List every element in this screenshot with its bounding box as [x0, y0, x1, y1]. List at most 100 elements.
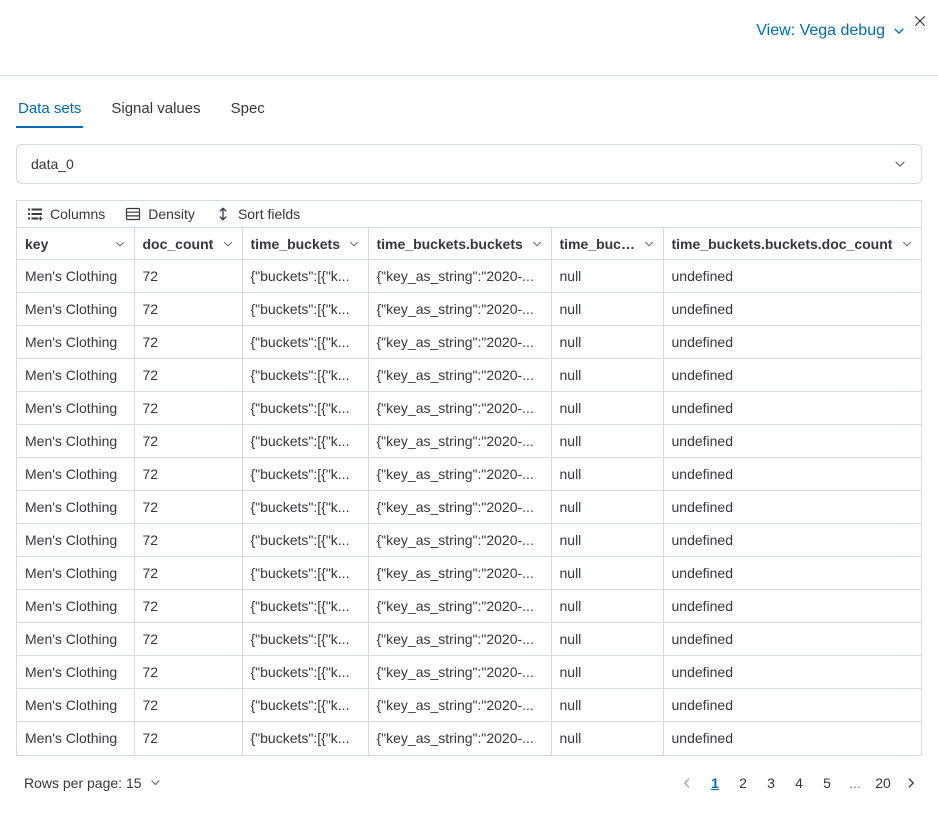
column-header-label: key — [25, 236, 48, 252]
column-header-time-buckets-buckets-doc-count[interactable]: time_buckets.buckets.doc_count — [663, 228, 921, 260]
vega-debug-flyout: View: Vega debug Data sets Signal values… — [0, 0, 938, 819]
table-cell: undefined — [663, 491, 921, 524]
table-cell: null — [551, 557, 663, 590]
table-cell: null — [551, 392, 663, 425]
table-cell: {"key_as_string":"2020-... — [368, 458, 551, 491]
page-button-1[interactable]: 1 — [702, 770, 728, 796]
table-cell: Men's Clothing — [17, 722, 134, 755]
table-row: Men's Clothing72{"buckets":[{"k...{"key_… — [17, 359, 921, 392]
table-cell: 72 — [134, 425, 242, 458]
table-cell: 72 — [134, 458, 242, 491]
table-cell: {"buckets":[{"k... — [242, 491, 368, 524]
table-cell: Men's Clothing — [17, 590, 134, 623]
table-row: Men's Clothing72{"buckets":[{"k...{"key_… — [17, 656, 921, 689]
page-button-20[interactable]: 20 — [870, 770, 896, 796]
previous-page-button[interactable] — [676, 772, 698, 794]
table-cell: undefined — [663, 326, 921, 359]
table-cell: null — [551, 722, 663, 755]
column-header-time-buck[interactable]: time_buck... — [551, 228, 663, 260]
table-cell: null — [551, 689, 663, 722]
columns-button-label: Columns — [50, 206, 105, 222]
table-cell: {"buckets":[{"k... — [242, 293, 368, 326]
table-cell: {"buckets":[{"k... — [242, 557, 368, 590]
table-cell: Men's Clothing — [17, 392, 134, 425]
table-cell: 72 — [134, 623, 242, 656]
table-cell: 72 — [134, 260, 242, 293]
column-header-key[interactable]: key — [17, 228, 134, 260]
table-cell: null — [551, 260, 663, 293]
table-cell: {"buckets":[{"k... — [242, 326, 368, 359]
table-cell: undefined — [663, 623, 921, 656]
column-header-label: time_buckets.buckets.doc_count — [672, 236, 893, 252]
table-cell: {"key_as_string":"2020-... — [368, 491, 551, 524]
chevron-down-icon — [531, 238, 543, 250]
table-cell: {"buckets":[{"k... — [242, 524, 368, 557]
density-button[interactable]: Density — [125, 206, 195, 222]
table-cell: {"key_as_string":"2020-... — [368, 623, 551, 656]
table-cell: undefined — [663, 425, 921, 458]
chevron-down-icon — [901, 238, 913, 250]
table-cell: 72 — [134, 392, 242, 425]
page-button-2[interactable]: 2 — [730, 770, 756, 796]
tab-spec[interactable]: Spec — [229, 98, 267, 128]
page-button-4[interactable]: 4 — [786, 770, 812, 796]
chevron-down-icon — [114, 238, 126, 250]
sort-fields-button-label: Sort fields — [238, 206, 300, 222]
table-cell: 72 — [134, 326, 242, 359]
table-cell: Men's Clothing — [17, 425, 134, 458]
table-row: Men's Clothing72{"buckets":[{"k...{"key_… — [17, 722, 921, 755]
column-header-time-buckets-buckets[interactable]: time_buckets.buckets — [368, 228, 551, 260]
table-cell: Men's Clothing — [17, 491, 134, 524]
page-button-5[interactable]: 5 — [814, 770, 840, 796]
table-cell: Men's Clothing — [17, 359, 134, 392]
table-cell: 72 — [134, 656, 242, 689]
table-cell: 72 — [134, 524, 242, 557]
table-cell: Men's Clothing — [17, 689, 134, 722]
table-cell: {"key_as_string":"2020-... — [368, 260, 551, 293]
table-cell: undefined — [663, 689, 921, 722]
chevron-down-icon — [149, 776, 162, 789]
chevron-down-icon — [892, 24, 906, 38]
pagination-pages: 12345...20 — [702, 770, 896, 796]
columns-button[interactable]: Columns — [27, 206, 105, 222]
next-page-button[interactable] — [900, 772, 922, 794]
table-cell: null — [551, 491, 663, 524]
chevron-down-icon — [893, 157, 907, 171]
table-row: Men's Clothing72{"buckets":[{"k...{"key_… — [17, 425, 921, 458]
table-cell: 72 — [134, 491, 242, 524]
table-cell: undefined — [663, 293, 921, 326]
chevron-down-icon — [348, 238, 360, 250]
table-cell: null — [551, 623, 663, 656]
table-cell: null — [551, 425, 663, 458]
page-button-3[interactable]: 3 — [758, 770, 784, 796]
table-cell: null — [551, 458, 663, 491]
table-cell: undefined — [663, 458, 921, 491]
table-row: Men's Clothing72{"buckets":[{"k...{"key_… — [17, 293, 921, 326]
tab-signal-values[interactable]: Signal values — [109, 98, 202, 128]
close-icon[interactable] — [913, 14, 927, 28]
view-selector[interactable]: View: Vega debug — [756, 22, 906, 40]
table-cell: undefined — [663, 359, 921, 392]
table-cell: {"key_as_string":"2020-... — [368, 524, 551, 557]
table-cell: {"buckets":[{"k... — [242, 722, 368, 755]
density-button-label: Density — [148, 206, 195, 222]
table-cell: undefined — [663, 392, 921, 425]
table-cell: 72 — [134, 293, 242, 326]
table-cell: {"buckets":[{"k... — [242, 590, 368, 623]
tab-data-sets[interactable]: Data sets — [16, 98, 83, 128]
table-cell: {"buckets":[{"k... — [242, 656, 368, 689]
table-cell: Men's Clothing — [17, 458, 134, 491]
table-cell: null — [551, 293, 663, 326]
rows-per-page-button[interactable]: Rows per page: 15 — [24, 775, 162, 791]
column-header-doc-count[interactable]: doc_count — [134, 228, 242, 260]
sort-fields-button[interactable]: Sort fields — [215, 206, 300, 222]
column-header-label: time_buck... — [560, 236, 639, 252]
table-cell: {"buckets":[{"k... — [242, 392, 368, 425]
table-cell: null — [551, 326, 663, 359]
table-cell: undefined — [663, 557, 921, 590]
column-header-label: time_buckets — [251, 236, 340, 252]
table-cell: undefined — [663, 260, 921, 293]
dataset-select[interactable]: data_0 — [16, 144, 922, 184]
table-row: Men's Clothing72{"buckets":[{"k...{"key_… — [17, 524, 921, 557]
column-header-time-buckets[interactable]: time_buckets — [242, 228, 368, 260]
